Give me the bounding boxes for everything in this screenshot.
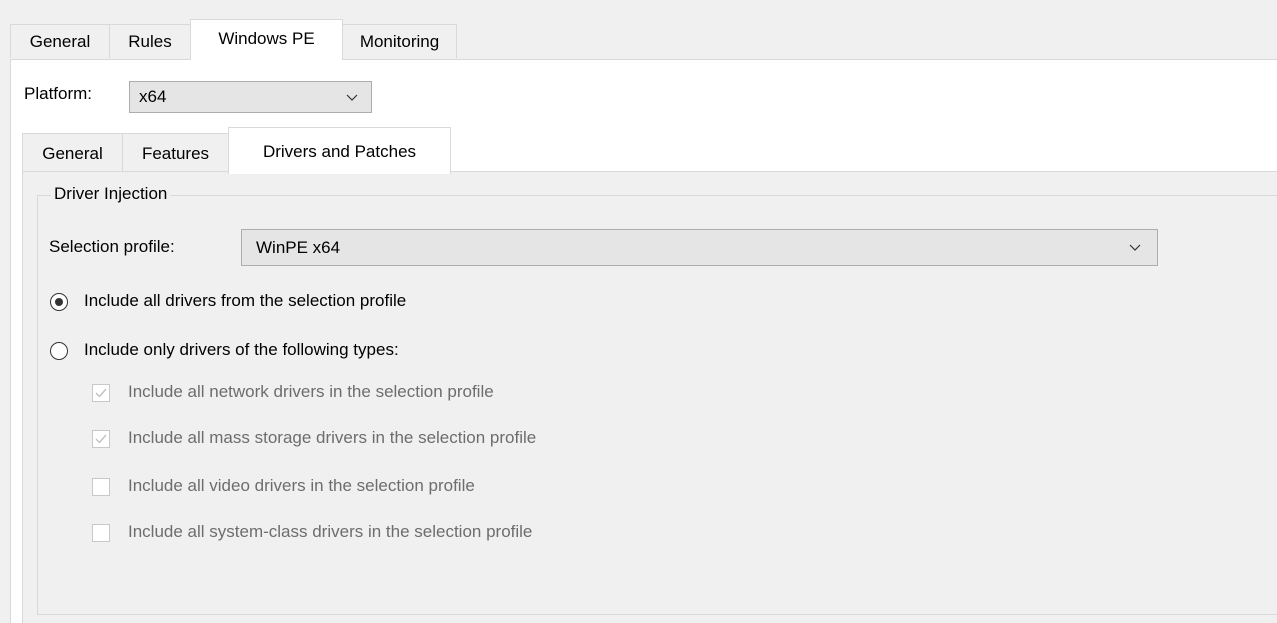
radio-include-only-types[interactable] — [50, 342, 68, 360]
radio-include-all-label[interactable]: Include all drivers from the selection p… — [84, 291, 406, 311]
subtab-general[interactable]: General — [22, 133, 123, 171]
radio-include-all-drivers[interactable] — [50, 293, 68, 311]
selection-profile-label: Selection profile: — [49, 237, 175, 256]
checkbox-network-drivers[interactable] — [92, 384, 110, 402]
tab-monitoring[interactable]: Monitoring — [342, 24, 457, 58]
tab-general[interactable]: General — [10, 24, 110, 58]
checkbox-network-drivers-label[interactable]: Include all network drivers in the selec… — [128, 382, 494, 402]
checkbox-system-class-drivers[interactable] — [92, 524, 110, 542]
subtab-drivers-and-patches[interactable]: Drivers and Patches — [228, 127, 451, 174]
tab-rules[interactable]: Rules — [109, 24, 191, 58]
checkbox-video-drivers-label[interactable]: Include all video drivers in the selecti… — [128, 476, 475, 496]
radio-include-only-label[interactable]: Include only drivers of the following ty… — [84, 340, 399, 360]
selection-profile-dropdown[interactable]: WinPE x64 — [241, 229, 1158, 266]
checkbox-mass-storage-drivers[interactable] — [92, 430, 110, 448]
radio-selected-dot — [55, 298, 63, 306]
checkmark-icon — [95, 388, 107, 398]
checkbox-system-class-drivers-label[interactable]: Include all system-class drivers in the … — [128, 522, 532, 542]
platform-dropdown[interactable]: x64 — [129, 81, 372, 113]
tab-windows-pe[interactable]: Windows PE — [190, 19, 343, 60]
platform-value: x64 — [139, 87, 167, 106]
subtab-features[interactable]: Features — [122, 133, 229, 171]
selection-profile-value: WinPE x64 — [256, 238, 341, 257]
chevron-down-icon — [346, 94, 358, 101]
driver-injection-title: Driver Injection — [51, 184, 171, 204]
checkbox-mass-storage-drivers-label[interactable]: Include all mass storage drivers in the … — [128, 428, 536, 448]
platform-label: Platform: — [24, 84, 93, 103]
chevron-down-icon — [1129, 244, 1141, 251]
checkbox-video-drivers[interactable] — [92, 478, 110, 496]
checkmark-icon — [95, 434, 107, 444]
